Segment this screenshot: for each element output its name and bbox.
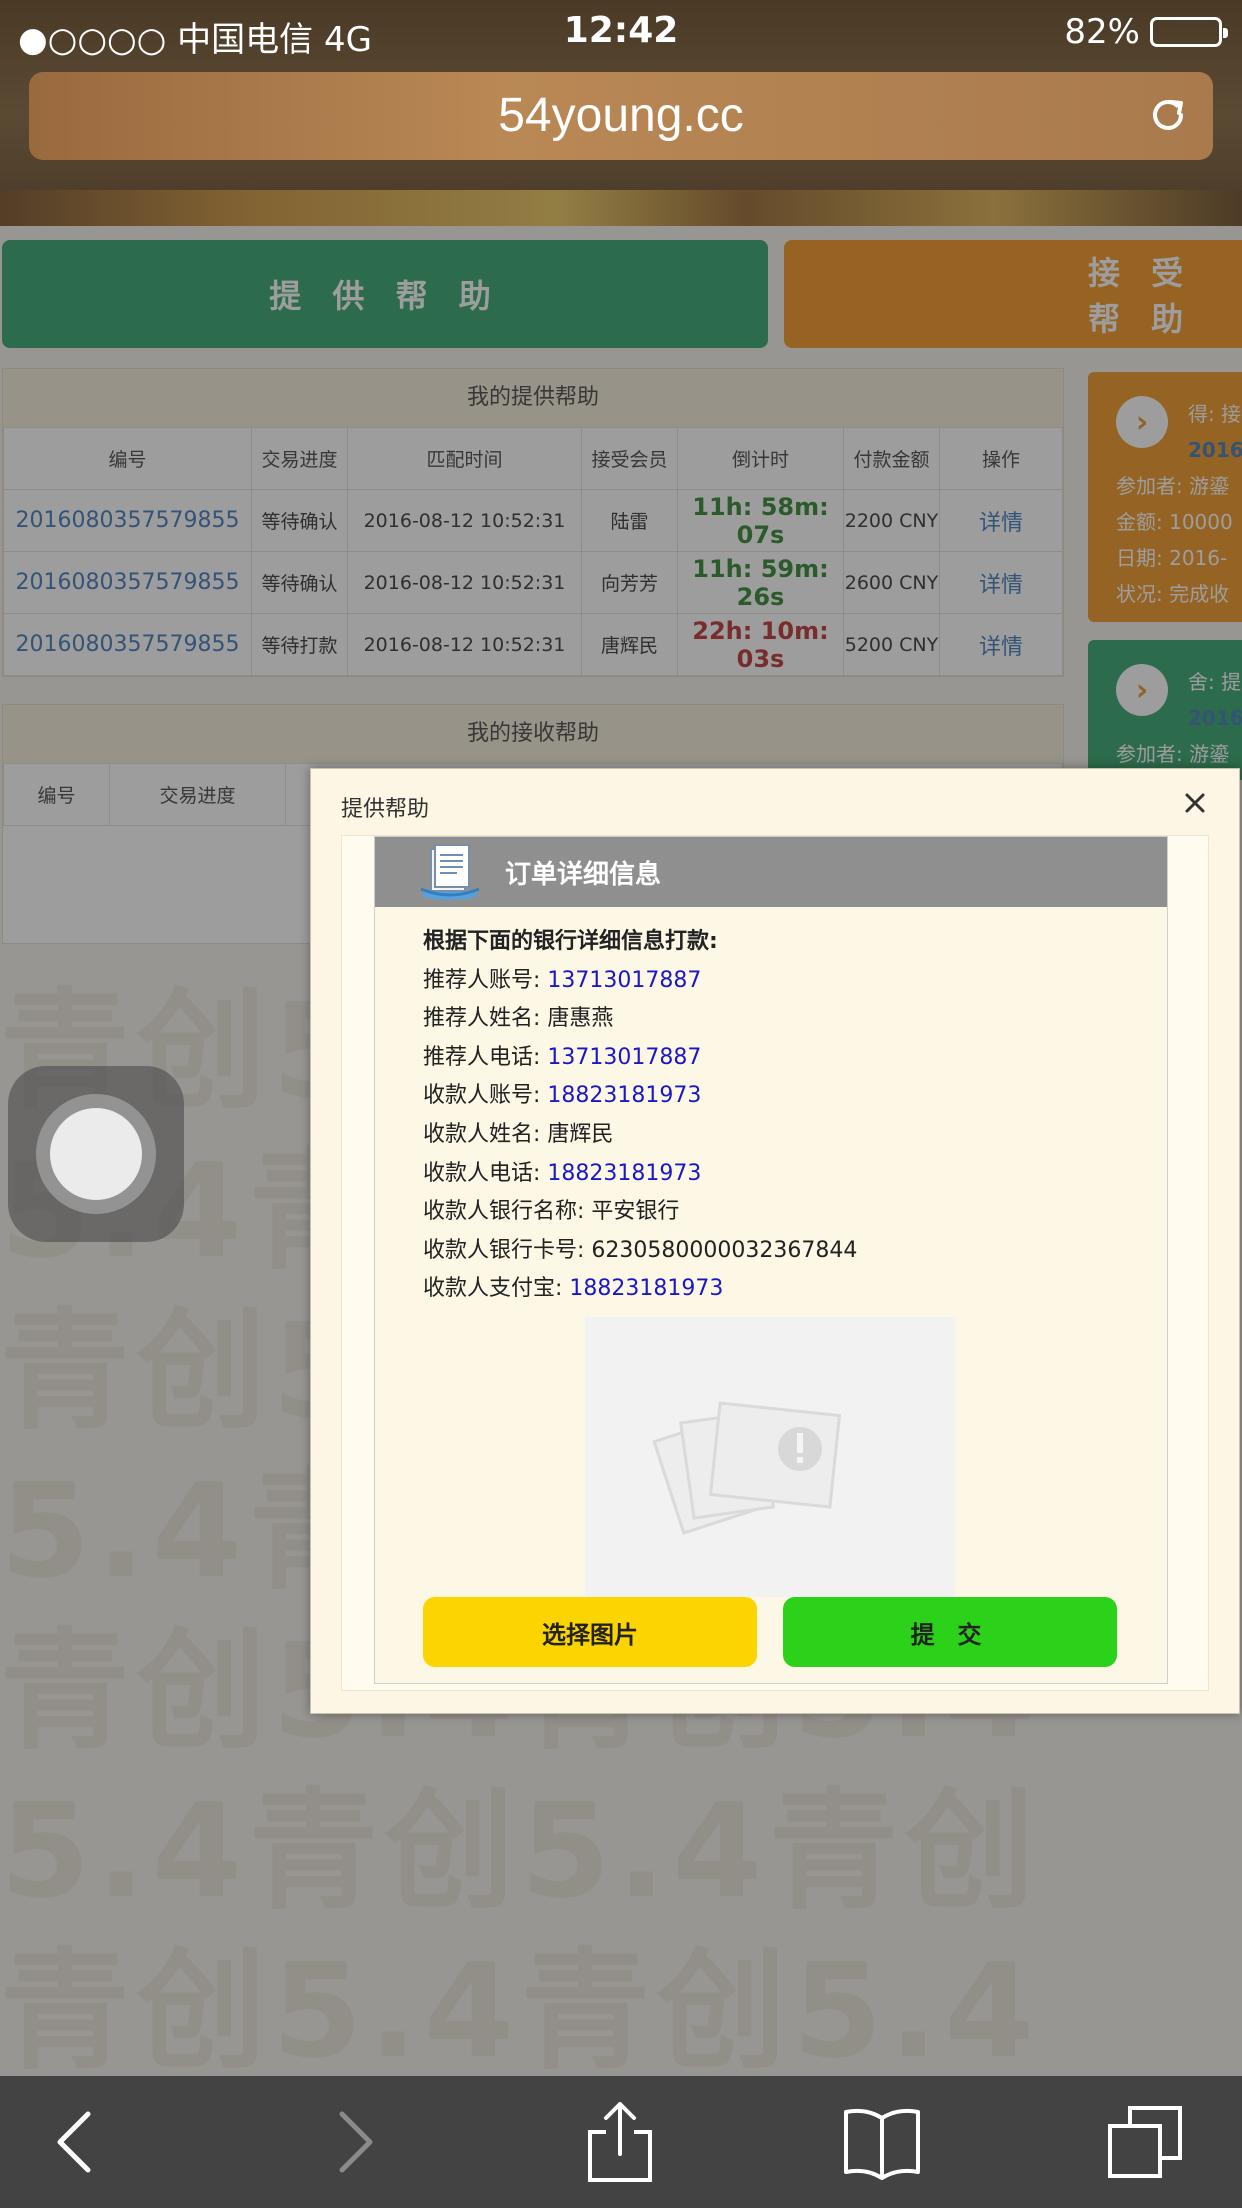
info-label: 推荐人账号: [423, 967, 541, 993]
dialog-body: 订单详细信息 根据下面的银行详细信息打款: 推荐人账号: 13713017887… [341, 835, 1209, 1691]
browser-toolbar [0, 2076, 1242, 2208]
address-bar[interactable]: 54young.cc [29, 72, 1213, 160]
choose-image-button[interactable]: 选择图片 [423, 1597, 757, 1667]
battery-indicator: 82% [1064, 12, 1228, 52]
battery-percent: 82% [1064, 12, 1140, 52]
reload-icon[interactable] [1145, 92, 1191, 138]
order-title: 订单详细信息 [505, 859, 662, 890]
order-detail-box: 订单详细信息 根据下面的银行详细信息打款: 推荐人账号: 13713017887… [374, 836, 1168, 1684]
battery-icon [1150, 17, 1228, 47]
info-value: 唐惠燕 [547, 1006, 614, 1032]
close-icon[interactable] [1177, 785, 1213, 821]
back-icon[interactable] [38, 2102, 118, 2182]
info-row: 推荐人账号: 13713017887 [423, 962, 857, 1001]
info-value: 唐辉民 [547, 1121, 614, 1147]
info-row: 收款人账号: 18823181973 [423, 1077, 857, 1116]
order-header: 订单详细信息 [375, 837, 1167, 907]
image-preview [585, 1317, 955, 1597]
instruction-text: 根据下面的银行详细信息打款: [423, 929, 718, 954]
info-label: 收款人电话: [423, 1160, 541, 1186]
bank-info: 根据下面的银行详细信息打款: 推荐人账号: 13713017887 推荐人姓名:… [423, 923, 857, 1309]
share-icon[interactable] [580, 2102, 660, 2182]
info-label: 收款人银行名称: [423, 1199, 585, 1225]
tabs-icon[interactable] [1106, 2102, 1186, 2182]
dialog-title: 提供帮助 [341, 797, 430, 822]
info-value: 6230580000032367844 [591, 1237, 858, 1263]
info-row: 收款人银行卡号: 6230580000032367844 [423, 1232, 857, 1271]
info-value: 13713017887 [547, 967, 702, 993]
info-value: 18823181973 [547, 1160, 702, 1186]
info-label: 推荐人电话: [423, 1044, 541, 1070]
clock: 12:42 [563, 10, 679, 51]
provide-help-dialog: 提供帮助 订单详细信息 根据下面的银行详细信息打款: 推荐人账号: 137130… [310, 768, 1240, 1714]
info-row: 推荐人姓名: 唐惠燕 [423, 1000, 857, 1039]
info-value: 13713017887 [547, 1044, 702, 1070]
status-bar: ●○○○○ 中国电信 4G 12:42 82% [0, 0, 1242, 62]
broken-image-icon [652, 1401, 842, 1535]
info-row: 收款人姓名: 唐辉民 [423, 1116, 857, 1155]
info-row: 推荐人电话: 13713017887 [423, 1039, 857, 1078]
info-label: 推荐人姓名: [423, 1006, 541, 1032]
info-value: 平安银行 [591, 1199, 680, 1225]
info-label: 收款人银行卡号: [423, 1237, 585, 1263]
browser-top-bar: ●○○○○ 中国电信 4G 12:42 82% 54young.cc [0, 0, 1242, 190]
forward-icon[interactable] [312, 2102, 392, 2182]
info-label: 收款人姓名: [423, 1121, 541, 1147]
info-value: 18823181973 [569, 1276, 724, 1302]
assistive-touch-button[interactable] [8, 1066, 184, 1242]
info-row: 收款人银行名称: 平安银行 [423, 1193, 857, 1232]
document-icon [420, 844, 480, 900]
info-row: 收款人支付宝: 18823181973 [423, 1270, 857, 1309]
submit-button[interactable]: 提 交 [783, 1597, 1117, 1667]
info-label: 收款人账号: [423, 1083, 541, 1109]
bookmarks-icon[interactable] [842, 2102, 922, 2182]
info-row: 收款人电话: 18823181973 [423, 1155, 857, 1194]
info-label: 收款人支付宝: [423, 1276, 563, 1302]
url-text: 54young.cc [498, 89, 744, 142]
info-value: 18823181973 [547, 1083, 702, 1109]
